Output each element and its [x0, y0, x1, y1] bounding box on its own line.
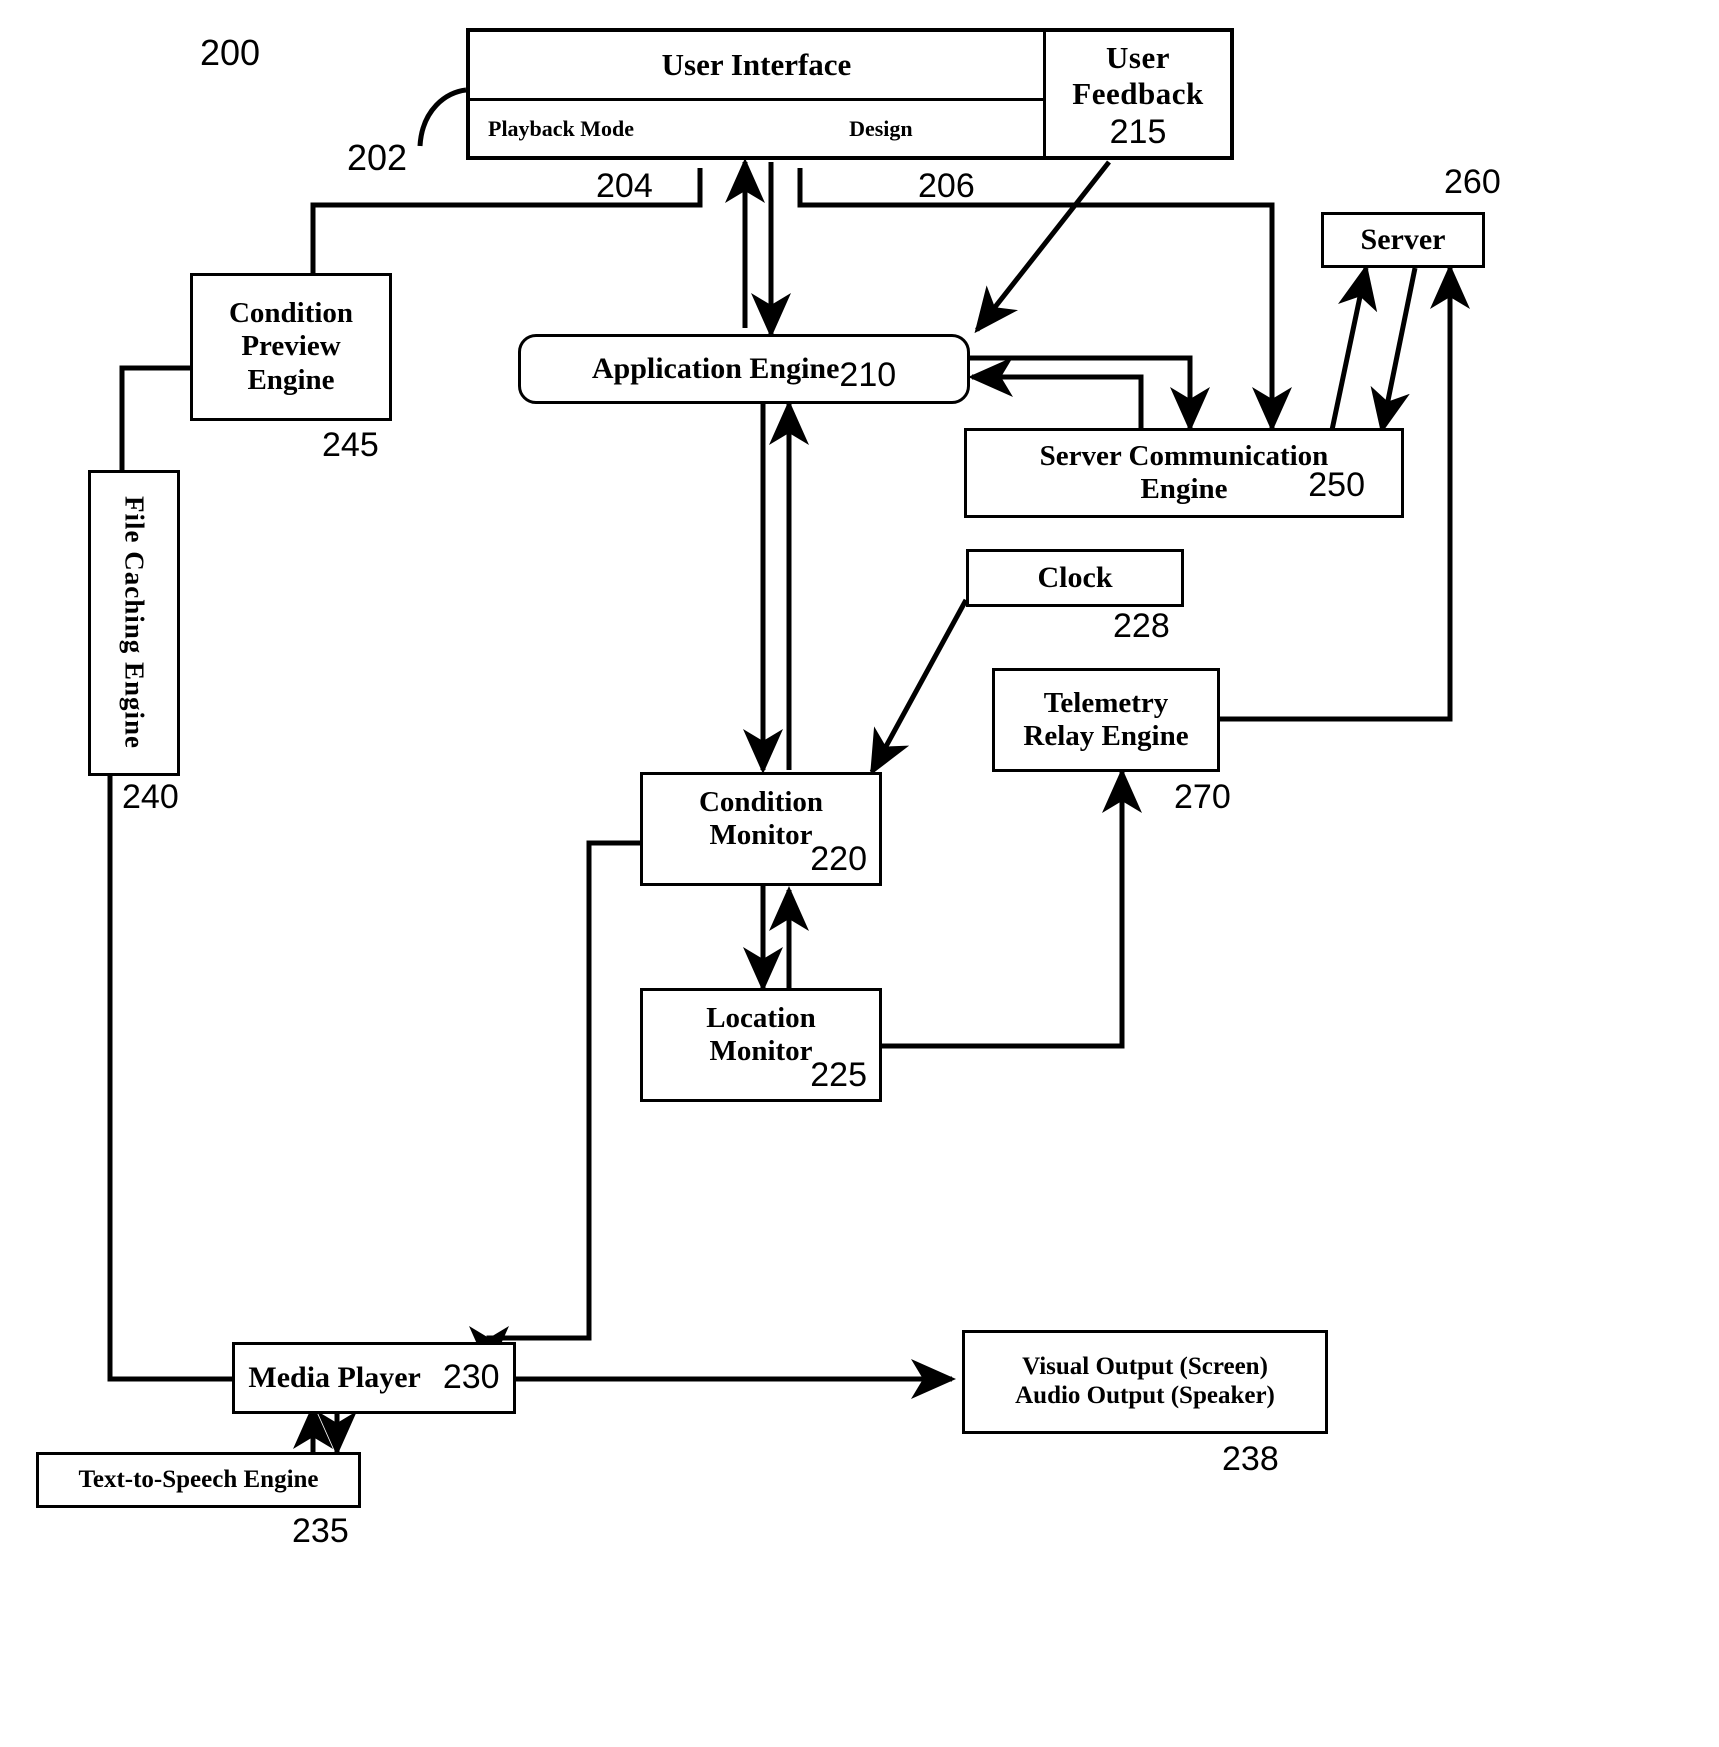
ref-238: 238 — [1222, 1440, 1279, 1478]
mode-playback-label[interactable]: Playback Mode — [488, 116, 634, 142]
server-communication-engine-block[interactable]: Server Communication Engine 250 — [964, 428, 1404, 518]
application-engine-block[interactable]: Application Engine 210 — [518, 334, 970, 404]
ref-225: 225 — [810, 1055, 867, 1094]
condition-monitor-block[interactable]: Condition Monitor 220 — [640, 772, 882, 886]
telemetry-relay-engine-line2: Relay Engine — [1023, 720, 1189, 752]
server-communication-engine-line1: Server Communication — [1039, 439, 1329, 472]
user-interface-title: User Interface — [470, 32, 1043, 101]
output-line2: Audio Output (Speaker) — [1015, 1382, 1275, 1409]
callout-202: 202 — [347, 137, 408, 178]
ref-228: 228 — [1113, 607, 1170, 645]
wire-conditionpreview-to-filecaching — [119, 365, 190, 470]
user-feedback-ref: 215 — [1109, 113, 1167, 151]
wire-servercomm-to-server — [1329, 264, 1378, 431]
wire-server-to-servercomm — [1370, 267, 1418, 434]
condition-monitor-line2: Monitor — [709, 819, 813, 851]
media-player-block[interactable]: Media Player 230 — [232, 1342, 516, 1414]
ref-204: 204 — [596, 167, 653, 205]
mode-design-label[interactable]: Design — [849, 116, 913, 142]
ref-245: 245 — [322, 426, 379, 464]
user-feedback-line1: User — [1106, 40, 1170, 75]
ref-206: 206 — [918, 167, 975, 205]
file-caching-engine-block[interactable]: File Caching Engine — [88, 470, 180, 776]
figure-number: 200 — [200, 32, 261, 73]
ref-230: 230 — [442, 1358, 500, 1397]
ref-260: 260 — [1444, 163, 1501, 201]
user-interface-block[interactable]: User Interface Playback Mode Design User… — [466, 28, 1234, 160]
wire-filecaching-to-mediaplayer — [107, 776, 232, 1382]
telemetry-relay-engine-line1: Telemetry — [1043, 686, 1169, 719]
clock-label: Clock — [1037, 560, 1113, 594]
wire-locationmonitor-to-telemetry — [881, 767, 1142, 1049]
output-line1: Visual Output (Screen) — [1022, 1353, 1268, 1381]
application-engine-label: Application Engine — [591, 351, 840, 385]
wire-conditionmonitor-to-mediaplayer — [469, 840, 640, 1372]
condition-monitor-line1: Condition — [698, 785, 824, 818]
patent-figure-canvas: 200 202 User Interface Playback Mode Des… — [0, 0, 1719, 1747]
user-feedback-block[interactable]: User Feedback 215 — [1046, 32, 1230, 156]
location-monitor-line2: Monitor — [709, 1035, 813, 1067]
user-feedback-line2: Feedback — [1072, 76, 1204, 111]
condition-preview-engine-line2: Preview — [241, 330, 341, 363]
server-block[interactable]: Server — [1321, 212, 1485, 268]
location-monitor-line1: Location — [706, 1001, 816, 1034]
server-label: Server — [1360, 222, 1446, 256]
ref-210: 210 — [839, 355, 897, 394]
user-interface-left: User Interface Playback Mode Design — [470, 32, 1046, 156]
location-monitor-block[interactable]: Location Monitor 225 — [640, 988, 882, 1102]
media-player-label: Media Player — [248, 1360, 421, 1394]
clock-block[interactable]: Clock — [966, 549, 1184, 607]
leader-202 — [417, 87, 467, 147]
server-communication-engine-line2: Engine — [1140, 473, 1228, 505]
ref-240: 240 — [122, 778, 179, 816]
file-caching-engine-label: File Caching Engine — [119, 496, 150, 750]
ref-250: 250 — [1308, 465, 1365, 504]
wire-feedback-to-appengine — [974, 160, 1111, 334]
wire-clock-to-conditionmonitor — [869, 598, 969, 776]
condition-preview-engine-line3: Engine — [247, 363, 335, 396]
condition-preview-engine-line1: Condition — [228, 296, 354, 329]
wire-appengine-to-servercomm — [968, 355, 1210, 433]
text-to-speech-engine-block[interactable]: Text-to-Speech Engine — [36, 1452, 361, 1508]
output-block[interactable]: Visual Output (Screen) Audio Output (Spe… — [962, 1330, 1328, 1434]
ref-270: 270 — [1174, 778, 1231, 816]
user-interface-modes: Playback Mode Design — [470, 101, 1043, 156]
ref-220: 220 — [810, 839, 867, 878]
wire-servercomm-to-appengine — [967, 357, 1144, 428]
telemetry-relay-engine-block[interactable]: Telemetry Relay Engine — [992, 668, 1220, 772]
condition-preview-engine-block[interactable]: Condition Preview Engine — [190, 273, 392, 421]
text-to-speech-engine-label: Text-to-Speech Engine — [78, 1465, 319, 1493]
ref-235: 235 — [292, 1512, 349, 1550]
